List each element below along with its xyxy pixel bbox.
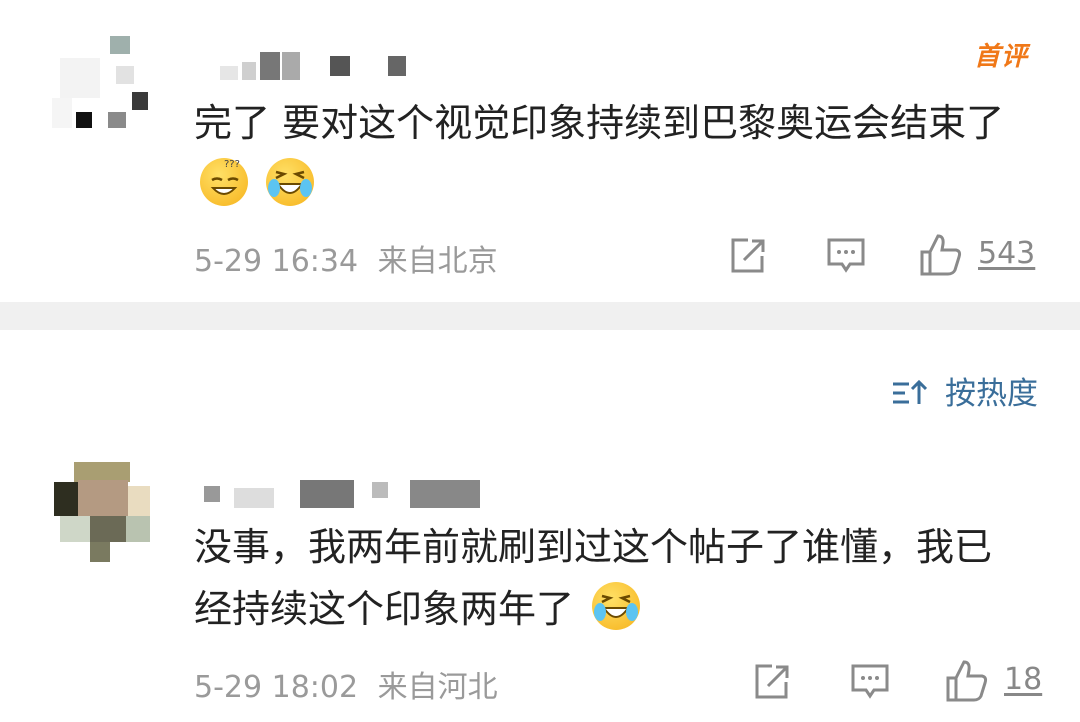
laugh-cry-icon bbox=[592, 582, 641, 630]
first-comment-badge: 首评 bbox=[973, 42, 1028, 72]
avatar[interactable] bbox=[52, 36, 148, 136]
comment-time: 5-29 16:34 bbox=[194, 244, 359, 279]
dizzy-grin-icon: ??? bbox=[200, 158, 248, 206]
comment-text: 没事，我两年前就刷到过这个帖子了谁懂，我已经持续这个印象两年了 bbox=[194, 516, 1024, 640]
comment-item: 没事，我两年前就刷到过这个帖子了谁懂，我已经持续这个印象两年了 5-29 18:… bbox=[0, 444, 1080, 722]
sort-label: 按热度 bbox=[945, 376, 1038, 412]
like-icon[interactable] bbox=[918, 232, 964, 278]
reply-icon[interactable] bbox=[850, 662, 890, 702]
avatar[interactable] bbox=[54, 462, 150, 562]
like-icon[interactable] bbox=[944, 658, 990, 704]
sort-by-hot-button[interactable]: 按热度 bbox=[891, 368, 1038, 416]
like-count[interactable]: 18 bbox=[1004, 662, 1042, 697]
laugh-cry-icon bbox=[266, 158, 315, 206]
comment-text: 完了 要对这个视觉印象持续到巴黎奥运会结束了 ??? bbox=[194, 92, 1024, 216]
username-redacted[interactable] bbox=[220, 52, 410, 80]
username-redacted[interactable] bbox=[204, 480, 484, 508]
section-divider bbox=[0, 302, 1080, 330]
comment-item: 首评 完了 要对这个视觉印象持续到巴黎奥运会结束了 ??? 5-29 16:34… bbox=[0, 0, 1080, 302]
share-icon[interactable] bbox=[728, 236, 768, 276]
reply-icon[interactable] bbox=[826, 236, 866, 276]
like-count[interactable]: 543 bbox=[978, 236, 1035, 271]
comment-meta: 5-29 18:02 来自河北 bbox=[194, 662, 498, 706]
comment-location: 来自北京 bbox=[377, 244, 498, 279]
comment-time: 5-29 18:02 bbox=[194, 670, 359, 705]
comment-meta: 5-29 16:34 来自北京 bbox=[194, 236, 498, 280]
svg-text:???: ??? bbox=[224, 159, 240, 170]
sort-icon bbox=[891, 378, 928, 416]
comment-text-content: 完了 要对这个视觉印象持续到巴黎奥运会结束了 bbox=[194, 101, 1005, 145]
comment-location: 来自河北 bbox=[377, 670, 498, 705]
share-icon[interactable] bbox=[752, 662, 792, 702]
